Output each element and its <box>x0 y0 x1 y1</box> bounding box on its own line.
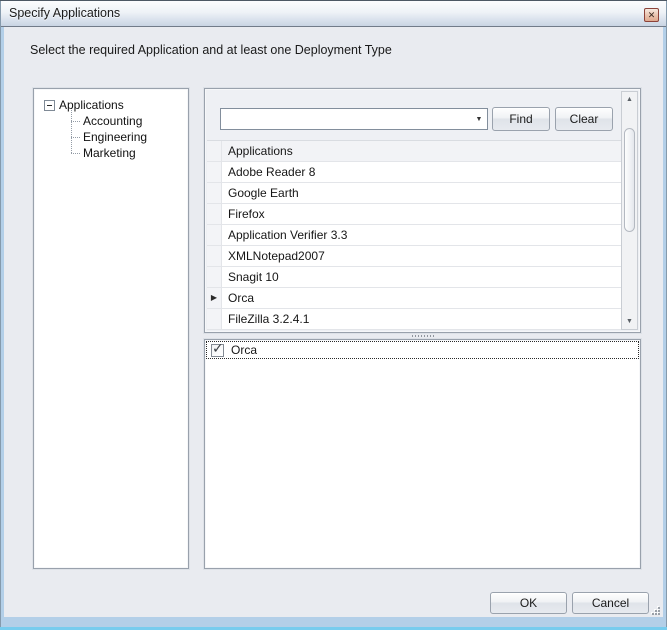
deployment-types-panel: ✓ Orca <box>204 339 641 569</box>
window-title: Specify Applications <box>9 6 120 20</box>
row-gutter <box>207 225 222 245</box>
chevron-down-icon[interactable]: ▼ <box>471 116 487 123</box>
vertical-scrollbar[interactable]: ▲ ▼ <box>621 91 638 330</box>
table-row[interactable]: Snagit 10 <box>207 267 622 288</box>
check-icon: ✓ <box>212 340 224 357</box>
row-gutter <box>207 162 222 182</box>
checkbox-label: Orca <box>231 343 257 357</box>
find-button[interactable]: Find <box>492 107 550 131</box>
tree-children: Accounting Engineering Marketing <box>71 113 188 161</box>
resize-grip-icon[interactable] <box>650 605 660 615</box>
grid-header-gutter <box>207 141 222 161</box>
close-icon: ✕ <box>648 10 656 20</box>
table-row[interactable]: FileZilla 3.2.4.1 <box>207 309 622 330</box>
close-button[interactable]: ✕ <box>644 8 659 22</box>
title-bar: Specify Applications ✕ <box>1 1 666 27</box>
ok-button[interactable]: OK <box>490 592 567 614</box>
row-gutter <box>207 246 222 266</box>
scrollbar-thumb[interactable] <box>624 128 635 232</box>
row-label: Google Earth <box>222 183 622 203</box>
table-row[interactable]: Adobe Reader 8 <box>207 162 622 183</box>
splitter-grip-icon <box>412 335 434 337</box>
table-row-selected[interactable]: ▶ Orca <box>207 288 622 309</box>
row-gutter <box>207 204 222 224</box>
tree-node-applications[interactable]: Applications <box>44 97 188 113</box>
tree-root-label: Applications <box>59 98 124 112</box>
row-label: Snagit 10 <box>222 267 622 287</box>
scroll-up-icon[interactable]: ▲ <box>622 92 637 107</box>
orca-checkbox[interactable]: ✓ <box>211 344 224 357</box>
scroll-down-icon[interactable]: ▼ <box>622 314 637 329</box>
applications-tree-panel: Applications Accounting Engineering Mark… <box>33 88 189 569</box>
row-gutter <box>207 309 222 329</box>
tree-node-accounting[interactable]: Accounting <box>71 113 188 129</box>
row-gutter <box>207 183 222 203</box>
search-combobox[interactable]: ▼ <box>220 108 488 130</box>
row-label: Orca <box>222 288 622 308</box>
table-row[interactable]: Google Earth <box>207 183 622 204</box>
table-row[interactable]: Application Verifier 3.3 <box>207 225 622 246</box>
row-indicator-icon: ▶ <box>207 288 222 308</box>
collapse-icon[interactable] <box>44 100 55 111</box>
tree-node-engineering[interactable]: Engineering <box>71 129 188 145</box>
grid-header-row: Applications <box>207 141 622 162</box>
table-row[interactable]: Firefox <box>207 204 622 225</box>
table-row[interactable]: XMLNotepad2007 <box>207 246 622 267</box>
grid-header-label: Applications <box>222 141 622 161</box>
search-input[interactable] <box>224 110 471 128</box>
specify-applications-dialog: Specify Applications ✕ Select the requir… <box>0 0 667 630</box>
applications-grid: Applications Adobe Reader 8 Google Earth… <box>207 140 622 330</box>
list-item-orca[interactable]: ✓ Orca <box>206 341 639 359</box>
row-label: Adobe Reader 8 <box>222 162 622 182</box>
cancel-button[interactable]: Cancel <box>572 592 649 614</box>
tree-node-marketing[interactable]: Marketing <box>71 145 188 161</box>
instruction-text: Select the required Application and at l… <box>30 43 392 57</box>
row-gutter <box>207 267 222 287</box>
row-label: Firefox <box>222 204 622 224</box>
applications-tree: Applications Accounting Engineering Mark… <box>34 89 188 161</box>
row-label: XMLNotepad2007 <box>222 246 622 266</box>
row-label: Application Verifier 3.3 <box>222 225 622 245</box>
row-label: FileZilla 3.2.4.1 <box>222 309 622 329</box>
clear-button[interactable]: Clear <box>555 107 613 131</box>
dialog-content: Select the required Application and at l… <box>4 27 663 617</box>
applications-list-panel: ▼ Find Clear Applications Adobe Reader 8… <box>204 88 641 333</box>
